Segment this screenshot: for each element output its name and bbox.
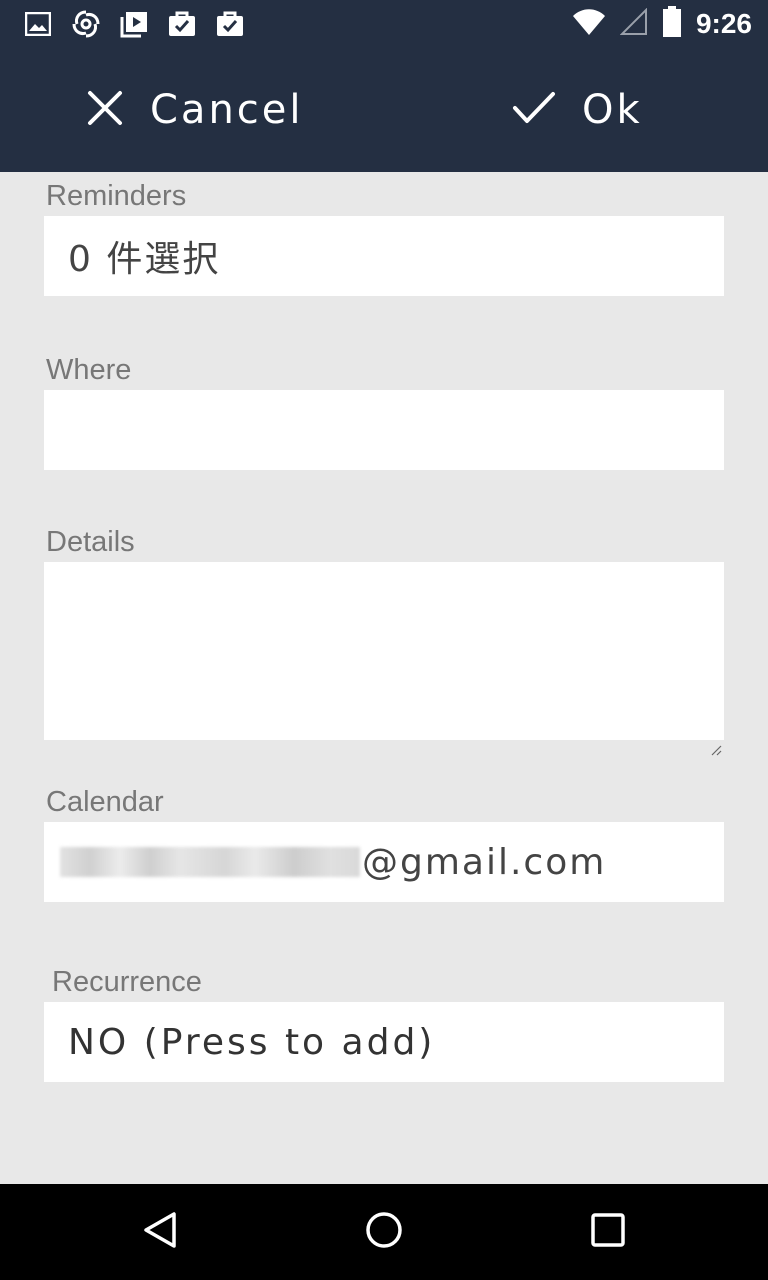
status-time: 9:26 [695, 8, 752, 39]
cellular-signal-icon [619, 7, 648, 40]
calendar-field[interactable]: @gmail.com [44, 822, 724, 902]
reminders-value: 0 件選択 [68, 239, 221, 280]
recurrence-field[interactable]: NO (Press to add) [44, 1002, 724, 1082]
back-icon [140, 1210, 180, 1254]
back-button[interactable] [136, 1208, 184, 1256]
redacted-email-username [60, 847, 360, 877]
sync-spiral-icon [70, 8, 102, 40]
where-input[interactable] [44, 390, 724, 470]
close-icon [86, 89, 124, 131]
recents-icon [590, 1212, 626, 1252]
wifi-icon [572, 8, 606, 40]
recurrence-value: NO (Press to add) [68, 1021, 436, 1063]
resize-handle-icon[interactable] [710, 724, 722, 756]
home-icon [364, 1210, 404, 1254]
action-bar: Cancel Ok [0, 48, 768, 172]
briefcase-check-icon [214, 8, 246, 40]
image-icon [22, 8, 54, 40]
ok-button[interactable]: Ok [512, 48, 643, 172]
ok-label: Ok [582, 87, 643, 133]
navigation-bar [0, 1184, 768, 1280]
calendar-label: Calendar [46, 786, 164, 818]
media-library-icon [118, 8, 150, 40]
recents-button[interactable] [584, 1208, 632, 1256]
details-textarea[interactable] [44, 562, 724, 756]
check-icon [512, 90, 556, 130]
details-label: Details [46, 526, 135, 558]
home-button[interactable] [360, 1208, 408, 1256]
calendar-value: @gmail.com [362, 841, 607, 883]
cancel-label: Cancel [150, 87, 304, 133]
recurrence-label: Recurrence [52, 966, 202, 998]
where-label: Where [46, 354, 132, 386]
battery-icon [662, 6, 682, 42]
reminders-label: Reminders [46, 180, 187, 212]
cancel-button[interactable]: Cancel [86, 48, 304, 172]
briefcase-check-icon [166, 8, 198, 40]
status-bar: 9:26 [0, 0, 768, 48]
reminders-field[interactable]: 0 件選択 [44, 216, 724, 296]
